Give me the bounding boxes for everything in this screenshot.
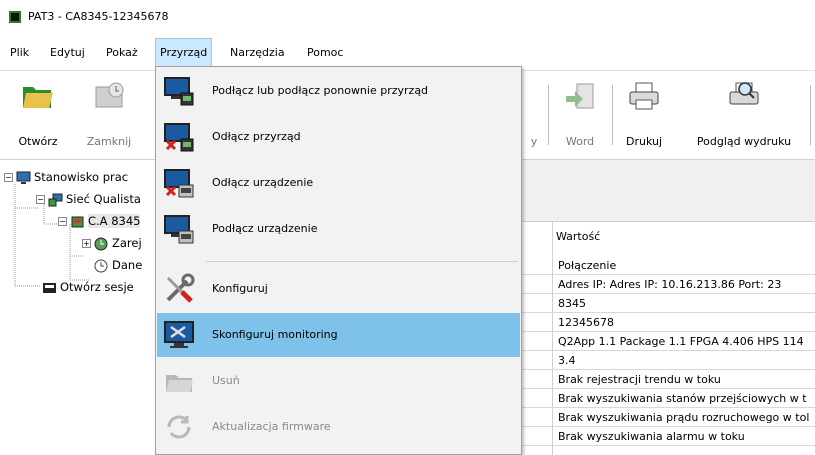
toolbar-separator (810, 85, 811, 145)
partial-label: y (530, 135, 538, 148)
menu-item-firmware-update[interactable]: Aktualizacja firmware (157, 405, 520, 449)
network-icon (48, 193, 63, 206)
menu-pokaz[interactable]: Pokaż (102, 38, 142, 68)
firmware-update-icon (167, 415, 191, 439)
menu-separator (206, 261, 518, 262)
app-icon (9, 11, 21, 23)
monitor-disconnect-icon (164, 123, 194, 152)
folder-open-icon (23, 87, 53, 108)
monitor-connect-icon (164, 77, 194, 106)
expand-icon[interactable]: + (82, 239, 91, 248)
menu-przyrzad[interactable]: Przyrząd (155, 38, 213, 68)
wrench-screwdriver-icon (166, 273, 195, 303)
word-export-icon (566, 83, 594, 109)
partial-hidden-button[interactable]: y (524, 75, 544, 159)
print-preview-button[interactable]: Podgląd wydruku (684, 75, 804, 159)
menu-item-configure[interactable]: Konfiguruj (157, 267, 520, 311)
device-disconnect-icon (164, 169, 194, 198)
print-preview-label: Podgląd wydruku (696, 135, 792, 148)
tree-node-recordings[interactable]: + Zarej (82, 234, 142, 252)
collapse-icon[interactable]: − (58, 217, 67, 226)
close-button[interactable]: Zamknij (76, 75, 142, 159)
menu-item-disconnect-instrument[interactable]: Odłącz przyrząd (157, 115, 520, 159)
menu-bar: Plik Edytuj Pokaż Przyrząd Narzędzia Pom… (0, 38, 815, 68)
close-label: Zamknij (86, 135, 132, 148)
collapse-icon[interactable]: − (36, 195, 45, 204)
tree-node-open-sessions[interactable]: Otwórz sesje (42, 278, 134, 296)
przyrzad-dropdown-menu: Podłącz lub podłącz ponownie przyrząd Od… (155, 66, 522, 455)
folder-delete-icon (166, 375, 193, 392)
open-button[interactable]: Otwórz (6, 75, 70, 159)
printer-icon (629, 82, 659, 110)
session-icon (43, 282, 56, 293)
device-connect-icon (164, 215, 194, 244)
menu-plik[interactable]: Plik (6, 38, 33, 68)
value-column-header[interactable]: Wartość (556, 230, 600, 243)
menu-item-connect-device[interactable]: Podłącz urządzenie (157, 207, 520, 251)
close-folder-icon (95, 82, 124, 108)
tree-node-network[interactable]: − Sieć Qualista (36, 190, 141, 208)
instrument-icon (71, 216, 84, 227)
print-preview-icon (729, 82, 759, 105)
word-label: Word (565, 135, 595, 148)
tree-node-data[interactable]: Dane (94, 256, 142, 274)
menu-item-delete[interactable]: Usuń (157, 359, 520, 403)
print-button[interactable]: Drukuj (616, 75, 672, 159)
recordings-icon (94, 237, 108, 250)
window-title: PAT3 - CA8345-12345678 (28, 10, 169, 23)
menu-item-configure-monitoring[interactable]: Skonfiguruj monitoring (157, 313, 520, 357)
toolbar-separator (612, 85, 613, 145)
menu-item-disconnect-device[interactable]: Odłącz urządzenie (157, 161, 520, 205)
menu-pomoc[interactable]: Pomoc (303, 38, 347, 68)
title-bar: PAT3 - CA8345-12345678 (0, 0, 815, 36)
tree-node-workstation[interactable]: − Stanowisko prac (4, 168, 128, 186)
collapse-icon[interactable]: − (4, 173, 13, 182)
open-label: Otwórz (18, 135, 58, 148)
menu-item-connect-instrument[interactable]: Podłącz lub podłącz ponownie przyrząd (157, 69, 520, 113)
menu-narzedzia[interactable]: Narzędzia (226, 38, 289, 68)
tree-node-device[interactable]: − C.A 8345 (58, 212, 141, 230)
clock-icon (94, 259, 108, 272)
computer-icon (16, 171, 31, 184)
menu-edytuj[interactable]: Edytuj (46, 38, 89, 68)
toolbar-separator (548, 85, 549, 145)
monitor-tools-icon (164, 321, 194, 348)
word-button[interactable]: Word (552, 75, 608, 159)
print-label: Drukuj (625, 135, 663, 148)
